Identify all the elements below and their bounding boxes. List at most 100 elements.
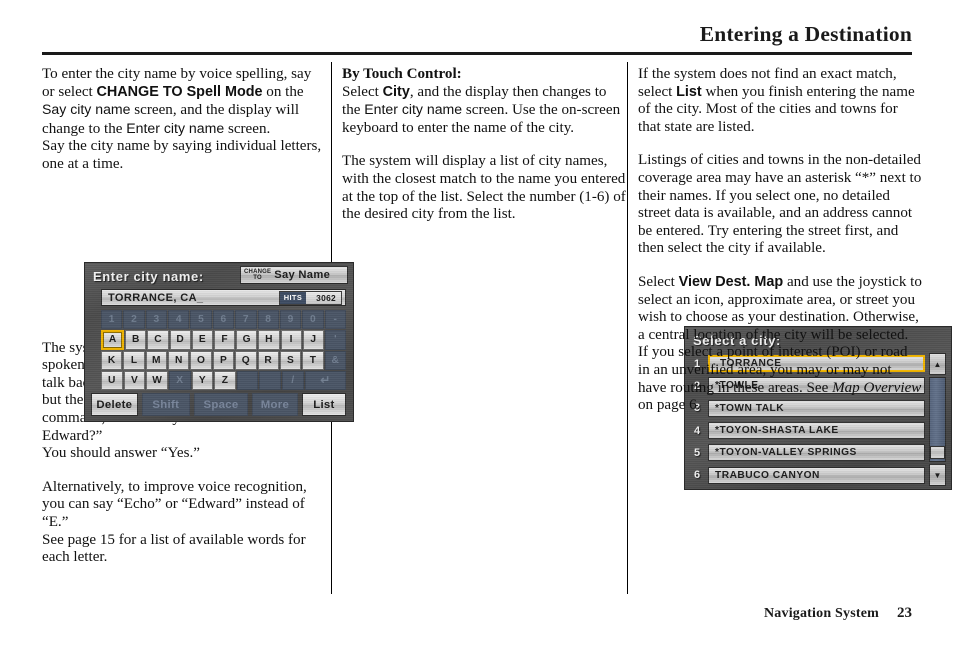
keyboard-row: 1234567890- — [101, 310, 346, 330]
key-s[interactable]: S — [279, 350, 302, 370]
keyboard-row: U V W X Y Z / ↵ — [101, 370, 347, 390]
key-l[interactable]: L — [123, 350, 145, 370]
key-x: ' — [324, 330, 347, 350]
enter-city-name-screen[interactable]: Enter city name: CHANGE TO Say Name TORR… — [84, 262, 354, 422]
key-y[interactable]: Y — [191, 370, 214, 390]
scrollbar-thumb[interactable] — [930, 446, 945, 459]
text-bold-change-to-spell-mode: CHANGE TO Spell Mode — [96, 83, 263, 100]
key-m[interactable]: M — [145, 350, 168, 370]
footer-page-number: 23 — [897, 605, 912, 621]
key-x: ↵ — [304, 370, 347, 390]
page-title: Entering a Destination — [699, 22, 912, 46]
city-list-number: 5 — [693, 446, 701, 459]
say-name-label: Say Name — [274, 269, 331, 281]
key-c[interactable]: C — [147, 330, 169, 350]
key-blank — [236, 370, 259, 390]
key-d[interactable]: D — [169, 330, 191, 350]
keyboard-row: A B C D E F G H I J ' — [101, 330, 347, 350]
city-list-row: 5 *TOYON-VALLEY SPRINGS — [691, 442, 925, 463]
keyboard-row: K L M N O P Q R S T & — [101, 350, 346, 370]
text-ui-say-city-name: Say city name — [42, 101, 131, 118]
key-n[interactable]: N — [168, 350, 190, 370]
key-6: 6 — [212, 310, 235, 330]
more-key[interactable]: More — [252, 393, 298, 416]
paragraph-no-exact-match: If the system does not find an exact mat… — [638, 66, 922, 136]
key-r[interactable]: R — [257, 350, 279, 370]
paragraph-alternatively: Alternatively, to improve voice recognit… — [42, 478, 307, 530]
list-key[interactable]: List — [301, 393, 346, 416]
key-8: 8 — [257, 310, 279, 330]
key-x: / — [282, 370, 304, 390]
city-list-item[interactable]: TRABUCO CANYON — [708, 466, 925, 484]
shift-key[interactable]: Shift — [141, 393, 190, 416]
key-b[interactable]: B — [125, 330, 147, 350]
paragraph-see-page-15: See page 15 for a list of available word… — [42, 531, 306, 566]
column-middle: By Touch Control: Select City, and the di… — [342, 66, 952, 490]
text-italic-map-overview: Map Overview — [832, 379, 922, 396]
paragraph-say-letters: Say the city name by saying individual l… — [42, 138, 322, 172]
hits-badge: HITS 3062 — [278, 290, 342, 305]
scrollbar-track[interactable] — [929, 377, 946, 462]
key-i[interactable]: I — [280, 330, 302, 350]
column-divider-right — [627, 62, 628, 594]
city-name-input[interactable]: TORRANCE, CA_ HITS 3062 — [101, 289, 346, 306]
city-list-row: 6 TRABUCO CANYON — [691, 465, 925, 486]
text-ui-enter-city-name: Enter city name — [126, 119, 225, 136]
text-frag: on the — [262, 83, 304, 100]
hits-count: 3062 — [306, 291, 341, 304]
key-p[interactable]: P — [212, 350, 235, 370]
key-h[interactable]: H — [258, 330, 280, 350]
text-frag: screen. — [224, 120, 271, 137]
key-a[interactable]: A — [101, 330, 125, 350]
header-rule — [42, 52, 912, 55]
keyboard-function-row[interactable]: Delete Shift Space More List — [91, 393, 346, 416]
key-j[interactable]: J — [302, 330, 324, 350]
city-list-item[interactable]: *TOYON-SHASTA LAKE — [708, 422, 925, 440]
screen-title-enter-city-name: Enter city name: — [93, 269, 204, 284]
key-2: 2 — [123, 310, 145, 330]
key-5: 5 — [190, 310, 212, 330]
text-frag: Select — [342, 83, 383, 100]
page-footer: Navigation System 23 — [42, 604, 912, 624]
text-frag: and use the joystick to select an icon, … — [638, 273, 922, 396]
key-z[interactable]: Z — [214, 370, 236, 390]
key-v[interactable]: V — [123, 370, 146, 390]
key-3: 3 — [145, 310, 168, 330]
key-0: 0 — [302, 310, 324, 330]
key-k[interactable]: K — [101, 350, 123, 370]
city-list-row: 4 *TOYON-SHASTA LAKE — [691, 420, 925, 441]
text-bold-list: List — [676, 83, 702, 100]
key-x: & — [324, 350, 346, 370]
key-1: 1 — [101, 310, 123, 330]
text-bold-view-dest-map: View Dest. Map — [678, 273, 784, 290]
column-right: If the system does not find an exact mat… — [638, 66, 922, 415]
scroll-up-arrow-icon[interactable]: ▲ — [929, 353, 946, 375]
text-ui-enter-city-name: Enter city name — [364, 101, 463, 118]
key-4: 4 — [168, 310, 190, 330]
space-key[interactable]: Space — [193, 393, 249, 416]
text-frag: Select — [638, 273, 679, 290]
key-x: X — [168, 370, 191, 390]
paragraph-list-of-city-names: The system will display a list of city n… — [342, 153, 626, 223]
delete-key[interactable]: Delete — [91, 393, 138, 416]
key-f[interactable]: F — [213, 330, 236, 350]
heading-by-touch-control: By Touch Control: — [342, 66, 462, 82]
key-w[interactable]: W — [146, 370, 168, 390]
key-q[interactable]: Q — [235, 350, 257, 370]
city-list-scrollbar[interactable]: ▲ ▼ — [929, 353, 946, 486]
key-g[interactable]: G — [236, 330, 258, 350]
key-e[interactable]: E — [191, 330, 213, 350]
page-header: Entering a Destination — [42, 22, 912, 56]
key-7: 7 — [235, 310, 257, 330]
city-list-number: 6 — [693, 469, 701, 482]
key-o[interactable]: O — [190, 350, 212, 370]
change-to-say-name-button[interactable]: CHANGE TO Say Name — [240, 266, 348, 284]
key-u[interactable]: U — [101, 370, 123, 390]
key-t[interactable]: T — [302, 350, 324, 370]
city-list-item[interactable]: *TOYON-VALLEY SPRINGS — [708, 444, 925, 462]
on-screen-keyboard[interactable]: 1 2 3 4 5 6 7 8 9 0- A B C D E F G H I J ' K L M N O P Q R S T & U V W X Y Z /… — [101, 310, 347, 390]
paragraph-asterisk-listings: Listings of cities and towns in the non-… — [638, 152, 922, 257]
key-x: - — [324, 310, 346, 330]
change-to-label: CHANGE TO — [244, 268, 272, 281]
scroll-down-arrow-icon[interactable]: ▼ — [929, 464, 946, 486]
